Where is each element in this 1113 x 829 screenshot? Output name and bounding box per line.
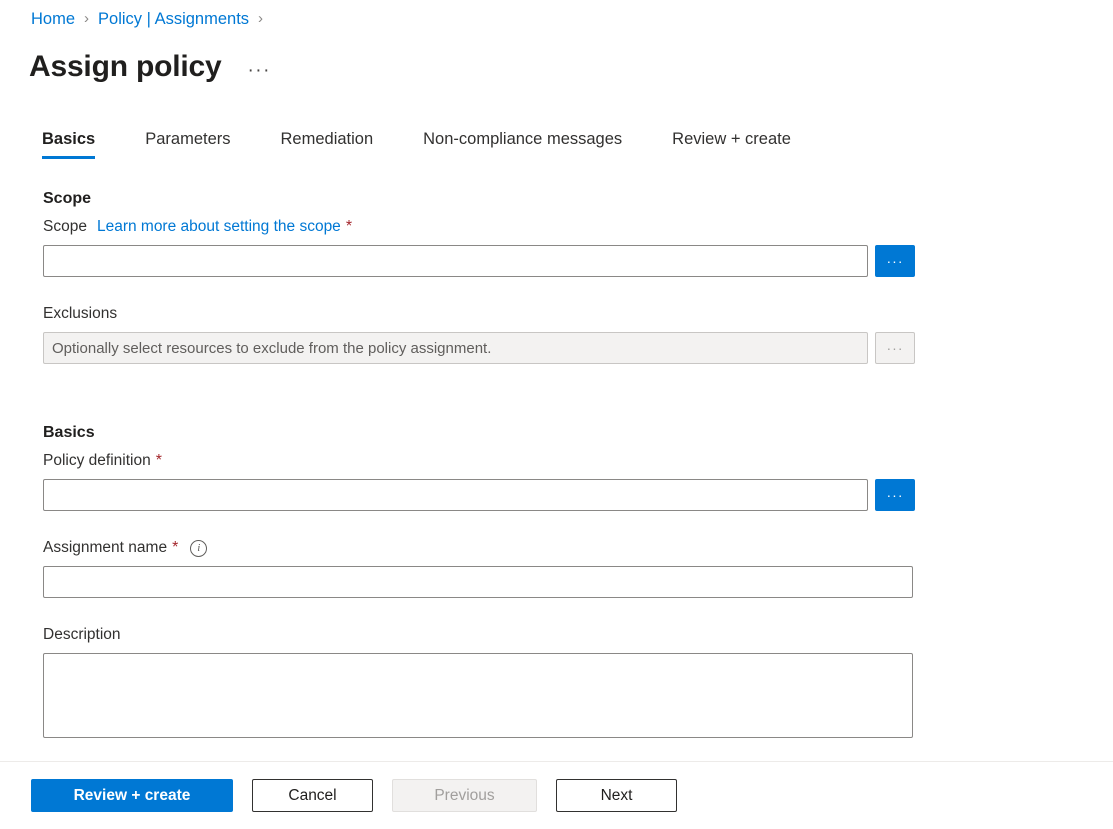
tab-review-create[interactable]: Review + create xyxy=(672,128,791,163)
required-indicator: * xyxy=(156,454,162,468)
policy-definition-field-label: Policy definition * xyxy=(43,450,1073,472)
description-field-label: Description xyxy=(43,624,1073,646)
description-textarea[interactable] xyxy=(43,653,913,738)
assignment-name-input[interactable] xyxy=(43,566,913,598)
breadcrumb-item-home[interactable]: Home xyxy=(31,8,75,30)
review-create-button[interactable]: Review + create xyxy=(31,779,233,812)
assignment-name-field-label: Assignment name * i xyxy=(43,537,1073,559)
chevron-right-icon: › xyxy=(258,8,263,30)
wizard-footer: Review + create Cancel Previous Next xyxy=(0,761,1113,829)
policy-definition-input-row: ··· xyxy=(43,479,1073,511)
tab-parameters[interactable]: Parameters xyxy=(145,128,230,163)
exclusions-field-label: Exclusions xyxy=(43,303,1073,325)
description-label-text: Description xyxy=(43,624,121,646)
assignment-name-label-text: Assignment name xyxy=(43,537,167,559)
learn-more-scope-link[interactable]: Learn more about setting the scope xyxy=(97,216,341,238)
tab-basics[interactable]: Basics xyxy=(42,128,95,163)
next-button[interactable]: Next xyxy=(556,779,677,812)
tab-non-compliance-messages[interactable]: Non-compliance messages xyxy=(423,128,622,163)
chevron-right-icon: › xyxy=(84,8,89,30)
cancel-button[interactable]: Cancel xyxy=(252,779,373,812)
page-title: Assign policy xyxy=(29,48,221,86)
breadcrumb-item-policy-assignments[interactable]: Policy | Assignments xyxy=(98,8,249,30)
scope-input-row: ··· xyxy=(43,245,1073,277)
policy-definition-browse-button[interactable]: ··· xyxy=(875,479,915,511)
scope-section-heading: Scope xyxy=(43,188,1073,210)
scope-input[interactable] xyxy=(43,245,868,277)
policy-definition-input[interactable] xyxy=(43,479,868,511)
tab-remediation[interactable]: Remediation xyxy=(281,128,374,163)
info-icon[interactable]: i xyxy=(190,540,207,557)
required-indicator: * xyxy=(172,541,178,555)
scope-browse-button[interactable]: ··· xyxy=(875,245,915,277)
exclusions-browse-button[interactable]: ··· xyxy=(875,332,915,364)
scope-field-label: Scope Learn more about setting the scope… xyxy=(43,216,1073,238)
assign-policy-form: Scope Scope Learn more about setting the… xyxy=(43,188,1073,743)
basics-section-heading: Basics xyxy=(43,422,1073,444)
page-header: Assign policy ··· xyxy=(29,48,271,86)
wizard-tabs: Basics Parameters Remediation Non-compli… xyxy=(42,128,841,163)
required-indicator: * xyxy=(346,220,352,234)
exclusions-input[interactable] xyxy=(43,332,868,364)
breadcrumb: Home › Policy | Assignments › xyxy=(31,8,272,30)
more-actions-icon[interactable]: ··· xyxy=(247,64,270,78)
exclusions-label-text: Exclusions xyxy=(43,303,117,325)
scope-label-text: Scope xyxy=(43,216,87,238)
previous-button[interactable]: Previous xyxy=(392,779,537,812)
policy-definition-label-text: Policy definition xyxy=(43,450,151,472)
exclusions-input-row: ··· xyxy=(43,332,1073,364)
